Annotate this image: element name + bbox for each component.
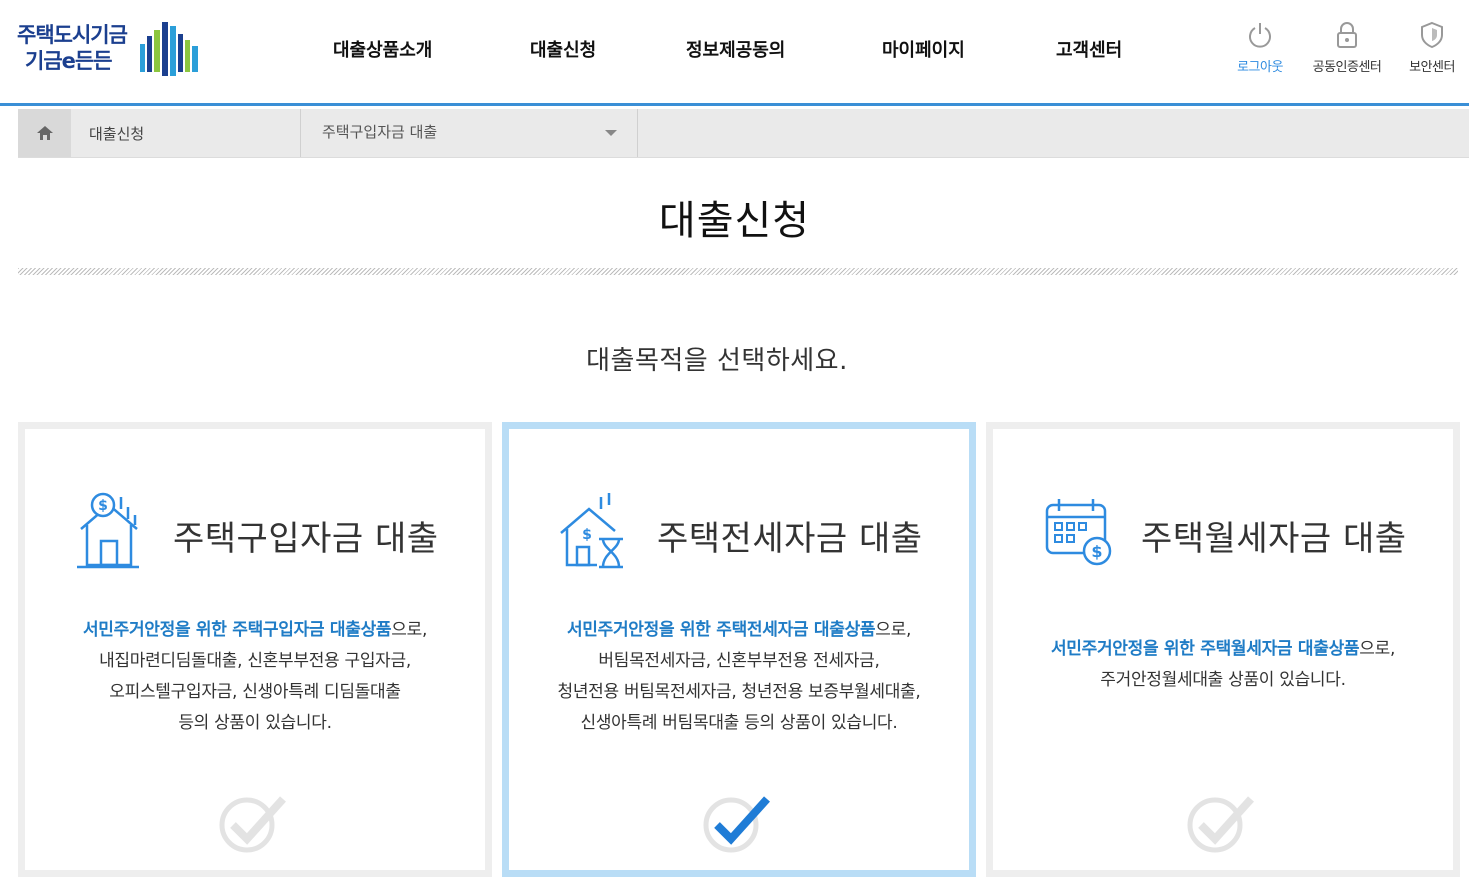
desc-line-2: 내집마련디딤돌대출, 신혼부부전용 구입자금, — [99, 651, 411, 671]
shield-icon — [1421, 21, 1443, 49]
security-center-button[interactable]: 보안센터 — [1392, 20, 1469, 75]
desc-line-3: 오피스텔구입자금, 신생아특례 디딤돌대출 — [109, 682, 401, 702]
logout-label: 로그아웃 — [1237, 60, 1283, 75]
logo-text: 주택도시기금 기금e든든 — [17, 22, 128, 74]
desc-line-2: 버팀목전세자금, 신혼부부전용 전세자금, — [598, 651, 880, 671]
logo-line2: 기금e든든 — [25, 49, 113, 73]
security-center-label: 보안센터 — [1409, 60, 1455, 75]
loan-card-jeonse-title: 주택전세자금 대출 — [657, 519, 923, 559]
loan-card-purchase-desc: 서민주거안정을 위한 주택구입자금 대출상품으로, 내집마련디딤돌대출, 신혼부… — [25, 615, 485, 739]
desc-highlight: 서민주거안정을 위한 주택전세자금 대출상품 — [566, 620, 876, 640]
breadcrumb-level1[interactable]: 대출신청 — [71, 109, 301, 157]
logo-bars-icon — [140, 22, 198, 76]
desc-suffix: 으로, — [391, 620, 428, 640]
desc-line-2: 주거안정월세대출 상품이 있습니다. — [1100, 670, 1346, 690]
lock-icon — [1337, 22, 1357, 48]
chevron-down-icon — [605, 130, 617, 136]
loan-card-jeonse[interactable]: $ 주택전세자금 대출 서민주거안정을 위한 주택전세자금 대출상품으로, 버팀… — [502, 422, 976, 877]
loan-card-monthly-rent[interactable]: $ 주택월세자금 대출 서민주거안정을 위한 주택월세자금 대출상품으로, 주거… — [986, 422, 1460, 877]
svg-text:$: $ — [1091, 542, 1102, 561]
breadcrumb: 대출신청 주택구입자금 대출 — [18, 109, 1469, 158]
nav-item-mypage[interactable]: 마이페이지 — [882, 36, 965, 62]
desc-line-3: 청년전용 버팀목전세자금, 청년전용 보증부월세대출, — [557, 682, 921, 702]
desc-line-4: 등의 상품이 있습니다. — [178, 713, 332, 733]
page-title: 대출신청 — [658, 198, 811, 244]
nav-item-customer-center[interactable]: 고객센터 — [1056, 36, 1122, 62]
site-logo[interactable]: 주택도시기금 기금e든든 — [17, 22, 202, 78]
desc-line-1: 서민주거안정을 위한 주택구입자금 대출상품으로, — [25, 615, 485, 646]
desc-highlight: 서민주거안정을 위한 주택월세자금 대출상품 — [1050, 639, 1360, 659]
logout-button[interactable]: 로그아웃 — [1220, 20, 1300, 75]
loan-card-monthly-rent-desc: 서민주거안정을 위한 주택월세자금 대출상품으로, 주거안정월세대출 상품이 있… — [993, 634, 1453, 696]
title-divider — [18, 268, 1458, 275]
logo-line1: 주택도시기금 — [17, 23, 128, 47]
loan-card-purchase[interactable]: $ 주택구입자금 대출 서민주거안정을 위한 주택구입자금 대출상품으로, 내집… — [18, 422, 492, 877]
loan-card-purchase-title: 주택구입자금 대출 — [173, 519, 439, 559]
svg-text:$: $ — [98, 498, 108, 514]
house-hourglass-icon: $ — [560, 493, 623, 569]
certificate-center-button[interactable]: 공동인증센터 — [1307, 20, 1387, 75]
desc-suffix: 으로, — [1359, 639, 1396, 659]
nav-item-apply[interactable]: 대출신청 — [530, 36, 596, 62]
certificate-center-label: 공동인증센터 — [1312, 60, 1382, 75]
home-icon — [36, 126, 53, 140]
desc-line-1: 서민주거안정을 위한 주택월세자금 대출상품으로, — [993, 634, 1453, 665]
check-icon — [219, 796, 286, 853]
check-icon — [1187, 796, 1254, 853]
house-dollar-icon: $ — [77, 492, 139, 569]
desc-suffix: 으로, — [875, 620, 912, 640]
breadcrumb-level2-select[interactable]: 주택구입자금 대출 — [302, 109, 638, 157]
loan-card-jeonse-desc: 서민주거안정을 위한 주택전세자금 대출상품으로, 버팀목전세자금, 신혼부부전… — [509, 615, 969, 739]
check-icon — [703, 796, 770, 853]
desc-line-1: 서민주거안정을 위한 주택전세자금 대출상품으로, — [509, 615, 969, 646]
calendar-dollar-icon: $ — [1045, 499, 1112, 566]
loan-card-monthly-rent-title: 주택월세자금 대출 — [1141, 519, 1407, 559]
svg-text:$: $ — [582, 527, 592, 543]
breadcrumb-level2-label: 주택구입자금 대출 — [322, 123, 438, 141]
desc-highlight: 서민주거안정을 위한 주택구입자금 대출상품 — [82, 620, 392, 640]
nav-item-products[interactable]: 대출상품소개 — [333, 36, 432, 62]
desc-line-4: 신생아특례 버팀목대출 등의 상품이 있습니다. — [580, 713, 898, 733]
nav-item-consent[interactable]: 정보제공동의 — [686, 36, 785, 62]
breadcrumb-home[interactable] — [18, 109, 71, 157]
power-icon — [1249, 23, 1271, 48]
page-subtitle: 대출목적을 선택하세요. — [586, 346, 848, 376]
site-header: 주택도시기금 기금e든든 대출상품소개 대출신청 정보제공동의 마이페이지 고객… — [0, 0, 1469, 106]
